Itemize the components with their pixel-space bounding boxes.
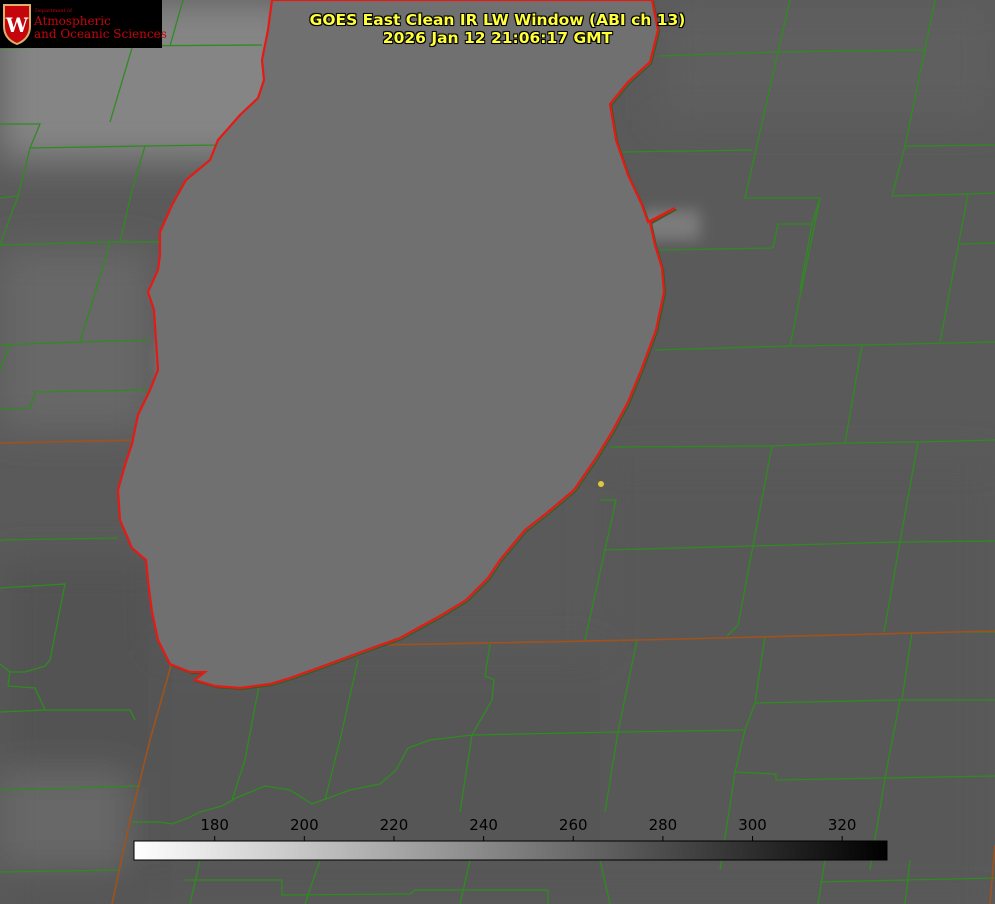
colorbar-tick-label: 220 (380, 816, 409, 834)
colorbar-gradient (133, 840, 888, 861)
image-title: GOES East Clean IR LW Window (ABI ch 13)… (0, 11, 995, 47)
colorbar: 180 200 220 240 260 280 300 320 (133, 816, 888, 861)
colorbar-tick-label: 180 (200, 816, 229, 834)
colorbar-tick-label: 260 (559, 816, 588, 834)
satellite-image-view: 180 200 220 240 260 280 300 320 W Department of… (0, 0, 995, 904)
colorbar-ticks: 180 200 220 240 260 280 300 320 (200, 816, 856, 841)
colorbar-tick-label: 200 (290, 816, 319, 834)
title-timestamp: 2026 Jan 12 21:06:17 GMT (382, 29, 613, 47)
colorbar-tick-label: 240 (469, 816, 498, 834)
colorbar-tick-label: 300 (738, 816, 767, 834)
title-product: GOES East Clean IR LW Window (ABI ch 13) (309, 11, 686, 29)
colorbar-tick-label: 320 (828, 816, 857, 834)
colorbar-tick-label: 280 (649, 816, 678, 834)
